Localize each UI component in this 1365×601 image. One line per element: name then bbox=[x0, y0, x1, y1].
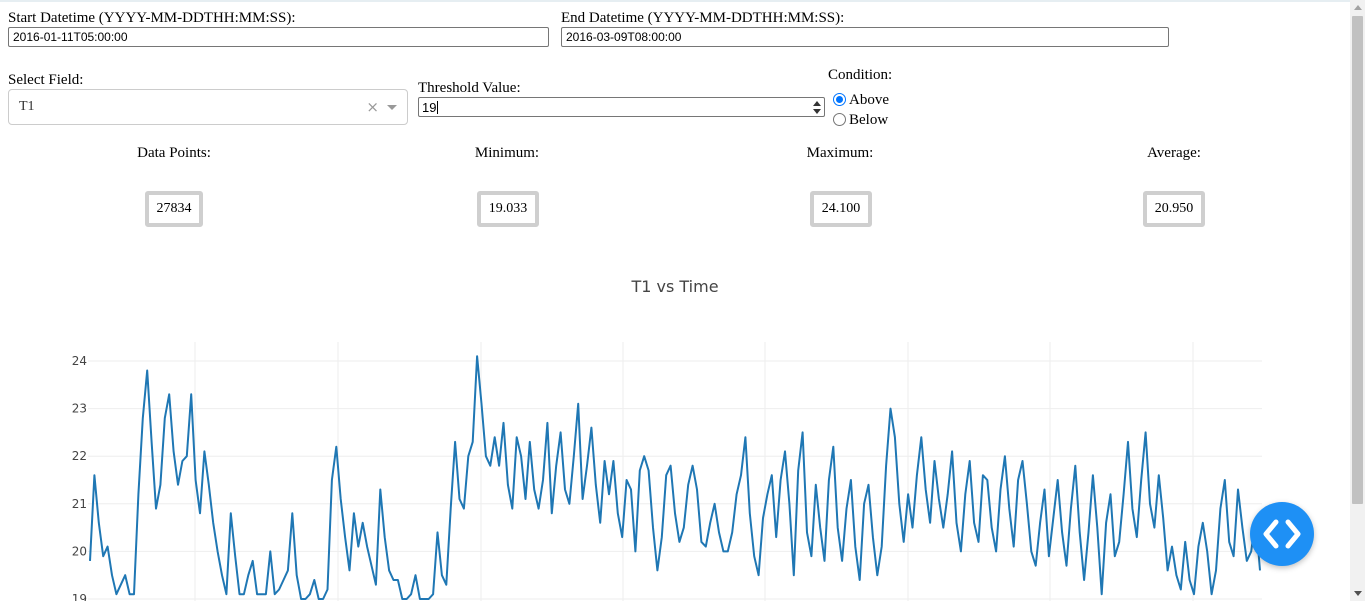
threshold-value: 19 bbox=[422, 100, 437, 115]
scroll-down-icon[interactable] bbox=[1354, 591, 1362, 596]
y-tick-label: 22 bbox=[72, 449, 87, 463]
y-tick-label: 21 bbox=[72, 497, 87, 511]
threshold-label: Threshold Value: bbox=[418, 80, 521, 96]
code-brackets-icon bbox=[1263, 519, 1301, 549]
t1-line-chart[interactable]: 19 20 21 22 23 24 bbox=[0, 330, 1350, 601]
end-datetime-input[interactable]: 2016-03-09T08:00:00 bbox=[561, 27, 1169, 47]
radio-below-label[interactable]: Below bbox=[849, 112, 888, 129]
radio-below[interactable] bbox=[833, 113, 846, 126]
chevron-down-icon[interactable] bbox=[387, 105, 397, 110]
data-points-label: Data Points: bbox=[137, 145, 211, 161]
stepper-up-icon[interactable] bbox=[813, 101, 821, 106]
end-datetime-label: End Datetime (YYYY-MM-DDTHH:MM:SS): bbox=[561, 10, 845, 26]
threshold-stepper[interactable] bbox=[812, 99, 822, 115]
scrollbar-thumb[interactable] bbox=[1352, 16, 1363, 504]
threshold-input[interactable]: 19 bbox=[418, 97, 825, 117]
data-points-value: 27834 bbox=[145, 191, 203, 227]
radio-above-label[interactable]: Above bbox=[849, 92, 889, 109]
close-icon[interactable]: × bbox=[366, 98, 379, 116]
average-value: 20.950 bbox=[1143, 191, 1205, 227]
field-select-value: T1 bbox=[19, 99, 35, 114]
stepper-down-icon[interactable] bbox=[813, 109, 821, 114]
radio-above[interactable] bbox=[833, 93, 846, 106]
y-tick-label: 24 bbox=[72, 354, 87, 368]
minimum-value: 19.033 bbox=[477, 191, 539, 227]
y-tick-label: 19 bbox=[72, 592, 87, 601]
minimum-label: Minimum: bbox=[474, 145, 540, 161]
start-datetime-input[interactable]: 2016-01-11T05:00:00 bbox=[8, 27, 549, 47]
y-tick-label: 20 bbox=[72, 544, 87, 558]
average-label: Average: bbox=[1147, 145, 1201, 161]
condition-label: Condition: bbox=[828, 67, 893, 83]
select-field-label: Select Field: bbox=[8, 72, 84, 88]
series-line-t1[interactable] bbox=[89, 355, 1261, 600]
vertical-scrollbar[interactable] bbox=[1350, 0, 1365, 601]
field-select[interactable]: T1 × bbox=[8, 89, 408, 125]
scroll-up-icon[interactable] bbox=[1354, 5, 1362, 10]
code-toggle-button[interactable] bbox=[1250, 502, 1314, 566]
maximum-value: 24.100 bbox=[810, 191, 872, 227]
start-datetime-label: Start Datetime (YYYY-MM-DDTHH:MM:SS): bbox=[8, 10, 296, 26]
y-tick-label: 23 bbox=[72, 402, 87, 416]
chart-title: T1 vs Time bbox=[631, 277, 719, 296]
top-border bbox=[0, 0, 1365, 2]
maximum-label: Maximum: bbox=[806, 145, 874, 161]
